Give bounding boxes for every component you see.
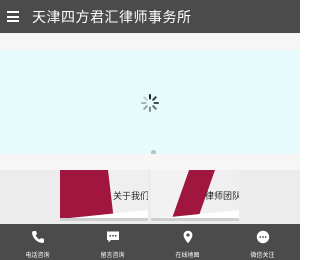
card-lawyer-team[interactable]: 律师团队 (151, 170, 239, 221)
feature-cards: 关于我们 律师团队 (0, 170, 300, 224)
card-shadow (151, 218, 239, 221)
nav-message-consult-label: 留言咨询 (100, 252, 125, 259)
card-about-us[interactable]: 关于我们 (60, 170, 148, 221)
card-about-us-label: 关于我们 (113, 192, 148, 202)
message-icon (106, 231, 119, 243)
nav-message-consult[interactable]: 留言咨询 (75, 224, 150, 260)
nav-online-map[interactable]: 在线地图 (150, 224, 225, 260)
map-pin-icon (183, 230, 192, 244)
site-title: 天津四方君汇律师事务所 (32, 9, 192, 26)
card-lawyer-team-label: 律师团队 (205, 192, 239, 202)
phone-icon (31, 231, 44, 243)
header-spacer (0, 33, 300, 50)
nav-wechat-follow-label: 微信关注 (250, 252, 275, 259)
header-bar: 天津四方君汇律师事务所 (0, 0, 300, 33)
bottom-nav: 电话咨询 留言咨询 在线地图 微信关注 (0, 224, 300, 260)
menu-icon[interactable] (7, 11, 19, 22)
nav-online-map-label: 在线地图 (175, 252, 200, 259)
spinner-icon (141, 94, 159, 112)
nav-wechat-follow[interactable]: 微信关注 (225, 224, 300, 260)
wechat-icon (256, 230, 269, 244)
nav-phone-consult[interactable]: 电话咨询 (0, 224, 75, 260)
section-spacer (0, 154, 300, 170)
card-shadow (60, 218, 148, 221)
nav-phone-consult-label: 电话咨询 (25, 252, 50, 259)
